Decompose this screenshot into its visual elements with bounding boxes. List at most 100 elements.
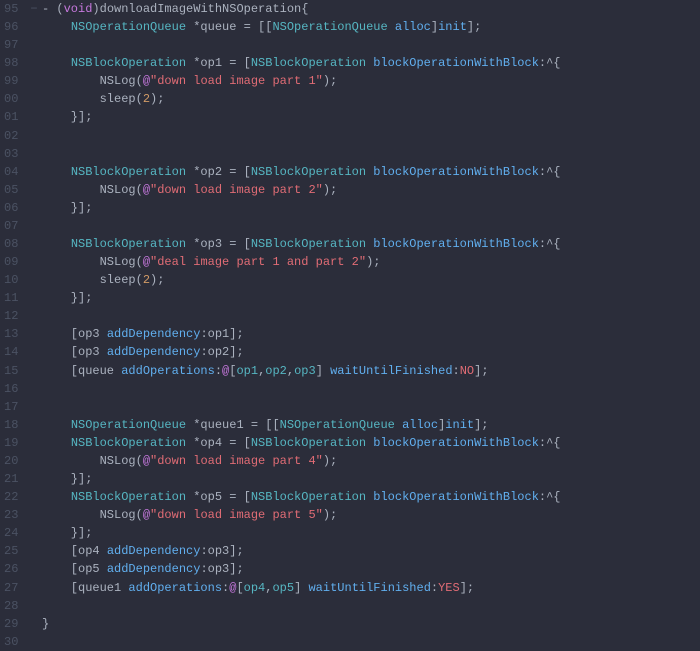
- code-line[interactable]: }];: [42, 470, 700, 488]
- code-token: NO: [460, 364, 474, 378]
- code-token: NSLog: [100, 508, 136, 522]
- fold-toggle: [26, 633, 42, 651]
- code-token: blockOperationWithBlock: [373, 436, 539, 450]
- fold-toggle[interactable]: −: [26, 0, 42, 18]
- line-number-gutter: 9596979899000102030405060708091011121314…: [0, 0, 26, 633]
- code-line[interactable]: [op3 addDependency:op1];: [42, 325, 700, 343]
- code-token: op1: [236, 364, 258, 378]
- code-token: [op4: [42, 544, 107, 558]
- code-line[interactable]: [42, 633, 700, 651]
- code-token: );: [323, 508, 337, 522]
- code-token: NSOperationQueue: [71, 418, 186, 432]
- code-line[interactable]: NSLog(@"down load image part 1");: [42, 72, 700, 90]
- code-token: void: [64, 2, 93, 16]
- line-number: 08: [4, 235, 18, 253]
- code-line[interactable]: NSBlockOperation *op4 = [NSBlockOperatio…: [42, 434, 700, 452]
- code-line[interactable]: sleep(2);: [42, 271, 700, 289]
- fold-toggle: [26, 235, 42, 253]
- code-token: ];: [467, 20, 481, 34]
- fold-toggle: [26, 307, 42, 325]
- code-token: op2: [265, 364, 287, 378]
- code-line[interactable]: NSBlockOperation *op3 = [NSBlockOperatio…: [42, 235, 700, 253]
- code-line[interactable]: }];: [42, 524, 700, 542]
- code-token: NSBlockOperation: [71, 436, 186, 450]
- code-token: :: [453, 364, 460, 378]
- code-token: [42, 490, 71, 504]
- code-line[interactable]: - (void)downloadImageWithNSOperation{: [42, 0, 700, 18]
- code-token: );: [323, 183, 337, 197]
- code-token: *op2 = [: [186, 165, 251, 179]
- fold-toggle: [26, 90, 42, 108]
- code-line[interactable]: [42, 36, 700, 54]
- code-token: NSBlockOperation: [251, 56, 366, 70]
- code-line[interactable]: [42, 217, 700, 235]
- line-number: 25: [4, 542, 18, 560]
- line-number: 05: [4, 181, 18, 199]
- code-token: }];: [42, 291, 92, 305]
- code-line[interactable]: [42, 597, 700, 615]
- code-line[interactable]: [42, 145, 700, 163]
- code-token: );: [150, 273, 164, 287]
- fold-toggle: [26, 217, 42, 235]
- code-editor[interactable]: 9596979899000102030405060708091011121314…: [0, 0, 700, 633]
- code-token: [42, 273, 100, 287]
- fold-toggle: [26, 380, 42, 398]
- code-line[interactable]: NSBlockOperation *op2 = [NSBlockOperatio…: [42, 163, 700, 181]
- code-line[interactable]: [op5 addDependency:op3];: [42, 560, 700, 578]
- code-token: [388, 20, 395, 34]
- code-line[interactable]: sleep(2);: [42, 90, 700, 108]
- code-line[interactable]: NSBlockOperation *op5 = [NSBlockOperatio…: [42, 488, 700, 506]
- code-line[interactable]: [42, 380, 700, 398]
- code-token: downloadImageWithNSOperation: [100, 2, 302, 16]
- code-line[interactable]: NSLog(@"deal image part 1 and part 2");: [42, 253, 700, 271]
- code-token: @: [143, 454, 150, 468]
- fold-toggle: [26, 452, 42, 470]
- code-line[interactable]: NSOperationQueue *queue1 = [[NSOperation…: [42, 416, 700, 434]
- fold-toggle: [26, 325, 42, 343]
- line-number: 12: [4, 307, 18, 325]
- code-line[interactable]: }];: [42, 199, 700, 217]
- code-line[interactable]: NSBlockOperation *op1 = [NSBlockOperatio…: [42, 54, 700, 72]
- code-token: :op3];: [200, 544, 243, 558]
- code-token: (: [136, 508, 143, 522]
- code-token: [op3: [42, 345, 107, 359]
- code-token: @: [143, 74, 150, 88]
- fold-toggle: [26, 289, 42, 307]
- fold-toggle: [26, 181, 42, 199]
- code-line[interactable]: [op3 addDependency:op2];: [42, 343, 700, 361]
- fold-toggle: [26, 18, 42, 36]
- code-token: :^{: [539, 56, 561, 70]
- line-number: 16: [4, 380, 18, 398]
- code-token: NSLog: [100, 74, 136, 88]
- code-token: *op3 = [: [186, 237, 251, 251]
- code-area[interactable]: - (void)downloadImageWithNSOperation{ NS…: [42, 0, 700, 633]
- fold-toggle: [26, 488, 42, 506]
- code-line[interactable]: NSOperationQueue *queue = [[NSOperationQ…: [42, 18, 700, 36]
- code-token: alloc: [402, 418, 438, 432]
- code-token: waitUntilFinished: [330, 364, 452, 378]
- code-token: NSLog: [100, 454, 136, 468]
- code-token: ];: [474, 364, 488, 378]
- code-token: }];: [42, 472, 92, 486]
- code-line[interactable]: NSLog(@"down load image part 2");: [42, 181, 700, 199]
- code-token: op5: [272, 581, 294, 595]
- code-line[interactable]: [42, 398, 700, 416]
- code-token: addOperations: [128, 581, 222, 595]
- code-line[interactable]: NSLog(@"down load image part 5");: [42, 506, 700, 524]
- code-token: "down load image part 5": [150, 508, 323, 522]
- code-line[interactable]: }];: [42, 108, 700, 126]
- code-token: NSBlockOperation: [71, 490, 186, 504]
- code-line[interactable]: }: [42, 615, 700, 633]
- fold-toggle: [26, 398, 42, 416]
- code-line[interactable]: }];: [42, 289, 700, 307]
- code-line[interactable]: NSLog(@"down load image part 4");: [42, 452, 700, 470]
- code-line[interactable]: [queue addOperations:@[op1,op2,op3] wait…: [42, 362, 700, 380]
- code-line[interactable]: [42, 127, 700, 145]
- code-line[interactable]: [queue1 addOperations:@[op4,op5] waitUnt…: [42, 579, 700, 597]
- code-token: "down load image part 4": [150, 454, 323, 468]
- code-line[interactable]: [op4 addDependency:op3];: [42, 542, 700, 560]
- code-token: );: [323, 454, 337, 468]
- code-line[interactable]: [42, 307, 700, 325]
- code-token: "deal image part 1 and part 2": [150, 255, 366, 269]
- code-token: (: [136, 454, 143, 468]
